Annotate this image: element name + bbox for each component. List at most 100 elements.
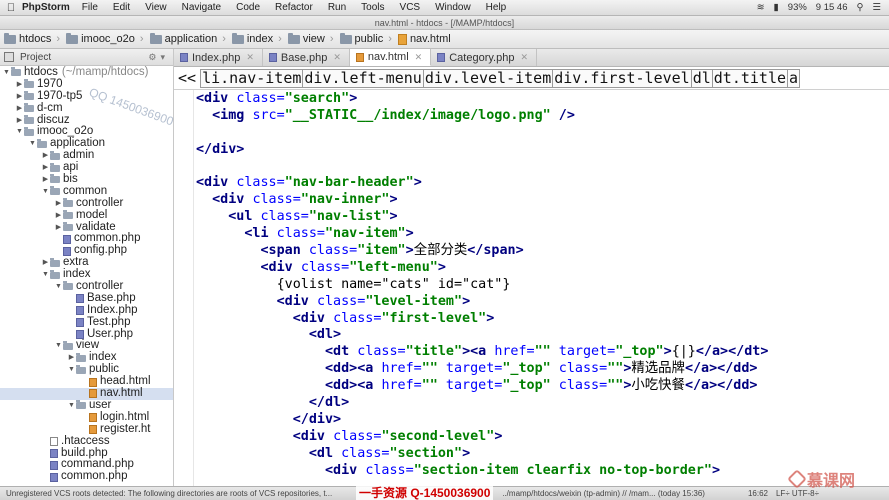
breadcrumb-label: imooc_o2o	[81, 33, 135, 45]
chevron-right-icon[interactable]: ▶	[41, 174, 50, 186]
code-token: 小吃快餐	[631, 378, 685, 394]
code-editor[interactable]: <div class="search"> <img src="__STATIC_…	[174, 90, 889, 486]
brand-logo-icon	[787, 469, 807, 489]
breadcrumb-item[interactable]: htdocs ›	[4, 32, 60, 45]
menu-file[interactable]: File	[82, 2, 98, 13]
wifi-icon[interactable]: ≋	[757, 2, 765, 13]
code-token: ""	[534, 344, 551, 360]
tree-item[interactable]: ▼ htdocs (~/mamp/htdocs)	[0, 66, 173, 79]
tree-item[interactable]: head.html	[0, 375, 173, 388]
menu-vcs[interactable]: VCS	[400, 2, 421, 13]
code-line: <ul class="nav-list">	[196, 209, 768, 226]
battery-icon[interactable]: ▮	[774, 2, 779, 13]
close-icon[interactable]: ✕	[333, 52, 341, 63]
code-token: href=	[381, 378, 422, 394]
tree-item[interactable]: ▶ api	[0, 161, 173, 174]
chevron-right-icon[interactable]: ▶	[41, 150, 50, 162]
chevron-right-icon[interactable]: ▶	[15, 103, 24, 115]
menu-view[interactable]: View	[145, 2, 167, 13]
breadcrumb-item[interactable]: index ›	[231, 32, 282, 45]
project-panel-title[interactable]: Project	[20, 52, 51, 63]
tab-nav-html[interactable]: nav.html ✕	[349, 49, 432, 66]
tree-item-path: (~/mamp/htdocs)	[61, 66, 149, 78]
tree-item[interactable]: common.php	[0, 470, 173, 483]
editor-breadcrumb-segment[interactable]: a	[787, 68, 801, 88]
tree-item[interactable]: ▶ index	[0, 351, 173, 364]
chevron-down-icon[interactable]: ▼	[41, 186, 50, 198]
chevron-down-icon[interactable]: ▼	[15, 126, 24, 138]
html-file-icon	[89, 389, 97, 399]
tree-item[interactable]: .htaccess	[0, 435, 173, 448]
tree-item[interactable]: ▶ model	[0, 209, 173, 222]
status-area: ≋ ▮ 93% 9 15 46 ⚲ ☰	[757, 2, 889, 13]
chevron-right-icon[interactable]: ▶	[15, 91, 24, 103]
tree-item[interactable]: login.html	[0, 411, 173, 424]
tree-item[interactable]: Test.php	[0, 316, 173, 329]
panel-tools-icon[interactable]: ⚙▾	[148, 52, 169, 63]
tree-item[interactable]: nav.html	[0, 387, 173, 400]
close-icon[interactable]: ✕	[415, 52, 423, 63]
clock[interactable]: 9 15 46	[816, 2, 848, 13]
breadcrumb-item[interactable]: view ›	[287, 32, 334, 45]
chevron-right-icon[interactable]: ▶	[41, 162, 50, 174]
menu-refactor[interactable]: Refactor	[275, 2, 313, 13]
menu-help[interactable]: Help	[486, 2, 507, 13]
editor-breadcrumb-segment[interactable]: div.level-item	[422, 68, 554, 88]
code-content[interactable]: <div class="search"> <img src="__STATIC_…	[196, 91, 768, 479]
breadcrumb-item[interactable]: imooc_o2o ›	[66, 32, 144, 45]
chevron-down-icon[interactable]: ▼	[54, 340, 63, 352]
editor-breadcrumb-segment[interactable]: div.first-level	[552, 68, 692, 88]
breadcrumb-scroll-left[interactable]: <<	[178, 69, 196, 87]
search-icon[interactable]: ⚲	[857, 2, 864, 13]
tab-category-php[interactable]: Category.php ✕	[431, 49, 537, 66]
chevron-down-icon[interactable]: ▼	[41, 269, 50, 281]
app-menu[interactable]: PhpStorm	[22, 2, 70, 13]
folder-icon	[63, 198, 73, 208]
chevron-down-icon[interactable]: ▼	[2, 67, 11, 79]
chevron-right-icon[interactable]: ▶	[67, 352, 76, 364]
tree-item[interactable]: ▶ 1970	[0, 78, 173, 91]
menu-run[interactable]: Run	[328, 2, 346, 13]
chevron-right-icon[interactable]: ▶	[15, 115, 24, 127]
chevron-right-icon[interactable]: ▶	[54, 210, 63, 222]
editor-gutter[interactable]	[174, 90, 194, 486]
close-icon[interactable]: ✕	[520, 52, 528, 63]
breadcrumb-item[interactable]: application ›	[149, 32, 226, 45]
breadcrumb-item[interactable]: public ›	[339, 32, 392, 45]
code-token: {|}	[671, 344, 696, 360]
tree-item[interactable]: register.ht	[0, 423, 173, 436]
editor-breadcrumb-segment[interactable]: div.left-menu	[302, 68, 424, 88]
menu-navigate[interactable]: Navigate	[182, 2, 221, 13]
chevron-down-icon[interactable]: ▼	[54, 281, 63, 293]
apple-menu-icon[interactable]: 	[0, 2, 22, 14]
editor-breadcrumb-segment[interactable]: li.nav-item	[200, 68, 304, 88]
tree-item[interactable]: ▼ view	[0, 340, 173, 352]
status-message[interactable]: Unregistered VCS roots detected: The fol…	[6, 489, 332, 498]
chevron-right-icon[interactable]: ▶	[15, 79, 24, 91]
tab-index-php[interactable]: Index.php ✕	[174, 49, 263, 66]
menu-tools[interactable]: Tools	[361, 2, 384, 13]
code-token: >	[494, 428, 503, 444]
tab-base-php[interactable]: Base.php ✕	[263, 49, 350, 66]
chevron-right-icon[interactable]: ▶	[41, 257, 50, 269]
chevron-down-icon[interactable]: ▼	[67, 364, 76, 376]
menu-window[interactable]: Window	[435, 2, 471, 13]
close-icon[interactable]: ✕	[246, 52, 254, 63]
tree-item[interactable]: Index.php	[0, 304, 173, 317]
chevron-down-icon[interactable]: ▼	[28, 138, 37, 150]
chevron-right-icon[interactable]: ▶	[54, 222, 63, 234]
chevron-down-icon[interactable]: ▼	[67, 400, 76, 412]
editor-breadcrumb-segment[interactable]: dt.title	[711, 68, 789, 88]
tree-item[interactable]: ▶ admin	[0, 149, 173, 162]
tree-item[interactable]: ▶ controller	[0, 197, 173, 210]
cursor-position[interactable]: 16:62	[748, 489, 768, 498]
code-token: >	[711, 462, 721, 478]
editor-breadcrumb-segment[interactable]: dl	[690, 68, 713, 88]
chevron-right-icon[interactable]: ▶	[54, 198, 63, 210]
breadcrumb-item[interactable]: nav.html	[397, 33, 451, 45]
list-icon[interactable]: ☰	[872, 2, 881, 13]
code-token: "_top"	[502, 378, 551, 394]
menu-code[interactable]: Code	[236, 2, 260, 13]
tree-item[interactable]: ▼ common	[0, 185, 173, 198]
menu-edit[interactable]: Edit	[113, 2, 130, 13]
